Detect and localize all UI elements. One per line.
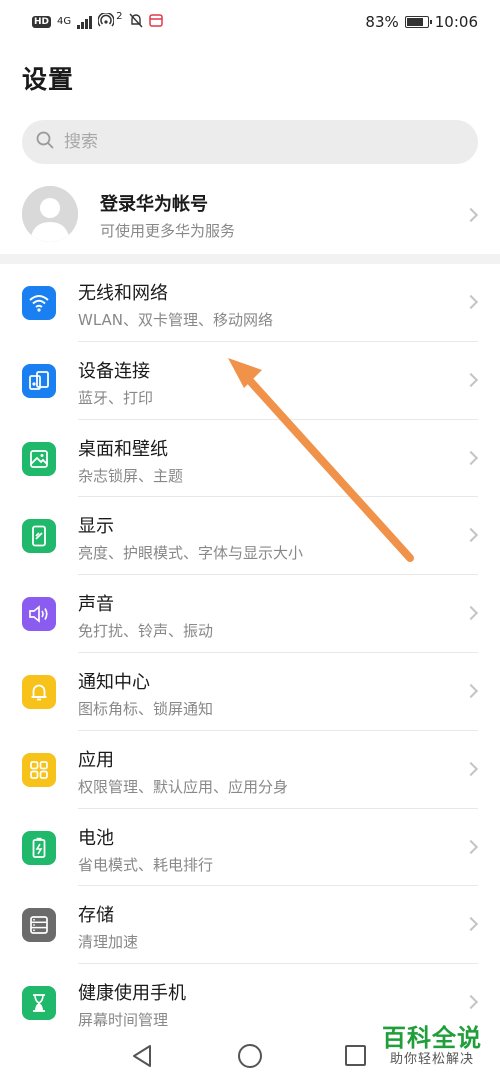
apps-icon <box>22 752 56 787</box>
menu-item-notification-center[interactable]: 通知中心 图标角标、锁屏通知 <box>0 653 500 731</box>
menu-item-home-wallpaper[interactable]: 桌面和壁纸 杂志锁屏、主题 <box>0 420 500 498</box>
menu-item-wireless-network[interactable]: 无线和网络 WLAN、双卡管理、移动网络 <box>0 264 500 342</box>
huawei-account-row[interactable]: 登录华为帐号 可使用更多华为服务 <box>0 176 500 254</box>
menu-item-storage[interactable]: 存储 清理加速 <box>0 886 500 965</box>
recent-apps-icon[interactable] <box>345 1045 366 1066</box>
hotspot-count: 2 <box>116 11 123 22</box>
chevron-right-icon <box>463 528 479 543</box>
menu-item-display[interactable]: 显示 亮度、护眼模式、字体与显示大小 <box>0 497 500 576</box>
chevron-right-icon <box>463 450 479 465</box>
menu-item-title: 无线和网络 <box>78 283 168 304</box>
watermark-title: 百科全说 <box>382 1024 482 1052</box>
chevron-right-icon <box>463 761 479 776</box>
hotspot-icon <box>97 11 115 31</box>
menu-item-subtitle: 省电模式、耗电排行 <box>78 855 214 874</box>
status-icons-right: 83% 10:06 <box>365 13 478 31</box>
battery-icon <box>404 16 432 28</box>
menu-item-subtitle: 杂志锁屏、主题 <box>78 466 184 485</box>
menu-item-title: 显示 <box>78 516 114 538</box>
menu-item-title: 应用 <box>78 749 114 771</box>
chevron-right-icon <box>463 372 479 387</box>
storage-icon <box>22 908 56 943</box>
menu-item-title: 设备连接 <box>78 360 150 382</box>
network-type-label: 4G <box>57 16 72 27</box>
chevron-right-icon <box>463 294 479 310</box>
menu-item-title: 桌面和壁纸 <box>78 438 168 460</box>
battery-icon <box>22 830 56 865</box>
menu-item-sound[interactable]: 声音 免打扰、铃声、振动 <box>0 575 500 653</box>
menu-item-title: 健康使用手机 <box>78 983 186 1005</box>
avatar <box>22 186 78 242</box>
menu-item-subtitle: 亮度、护眼模式、字体与显示大小 <box>78 544 304 563</box>
chevron-right-icon <box>463 995 479 1010</box>
search-input[interactable] <box>64 132 444 152</box>
default-avatar-icon <box>22 186 78 242</box>
sound-icon <box>22 597 56 632</box>
menu-item-subtitle: 清理加速 <box>78 933 139 952</box>
menu-item-apps[interactable]: 应用 权限管理、默认应用、应用分身 <box>0 731 500 809</box>
menu-item-title: 电池 <box>78 827 114 849</box>
account-subtitle: 可使用更多华为服务 <box>100 222 236 240</box>
hd-icon: HD <box>32 16 52 28</box>
section-divider <box>0 254 500 264</box>
home-icon[interactable] <box>238 1044 262 1068</box>
menu-item-subtitle: 权限管理、默认应用、应用分身 <box>78 777 289 796</box>
signal-icon <box>77 15 93 29</box>
page-title: 设置 <box>22 65 75 94</box>
calendar-icon <box>148 13 163 31</box>
battery-level-fill <box>406 18 424 26</box>
hourglass-icon <box>22 986 56 1021</box>
menu-item-title: 声音 <box>78 594 114 616</box>
account-title: 登录华为帐号 <box>100 194 208 215</box>
menu-item-device-connection[interactable]: 设备连接 蓝牙、打印 <box>0 342 500 420</box>
menu-item-title: 通知中心 <box>78 671 150 693</box>
chevron-right-icon <box>463 606 479 621</box>
status-icons-left: HD 4G 2 <box>32 11 163 32</box>
search-icon <box>36 131 54 153</box>
search-bar[interactable] <box>22 120 478 164</box>
wifi-icon <box>22 286 56 320</box>
menu-item-title: 存储 <box>78 905 114 927</box>
back-icon[interactable] <box>131 1044 153 1072</box>
settings-menu: 无线和网络 WLAN、双卡管理、移动网络 设备连接 蓝牙、打印 桌面和壁纸 杂志… <box>0 264 500 1042</box>
menu-item-subtitle: 屏幕时间管理 <box>78 1011 169 1030</box>
chevron-right-icon <box>463 207 479 223</box>
menu-item-subtitle: 图标角标、锁屏通知 <box>78 699 214 718</box>
clock: 10:06 <box>434 13 478 31</box>
status-bar: HD 4G 2 83% 10:06 <box>0 0 500 44</box>
menu-item-subtitle: 蓝牙、打印 <box>78 388 154 407</box>
chevron-right-icon <box>463 839 479 854</box>
watermark-subtitle: 助你轻松解决 <box>389 1052 474 1067</box>
menu-item-battery[interactable]: 电池 省电模式、耗电排行 <box>0 809 500 887</box>
device-connect-icon <box>22 363 56 398</box>
menu-item-subtitle: WLAN、双卡管理、移动网络 <box>78 311 274 329</box>
bell-icon <box>22 674 56 709</box>
display-icon <box>22 519 56 554</box>
chevron-right-icon <box>463 683 479 699</box>
battery-percent: 83% <box>365 13 399 31</box>
mute-bell-icon <box>129 13 143 32</box>
watermark-logo: 百科全说 助你轻松解决 <box>378 1022 486 1070</box>
wallpaper-icon <box>22 441 56 476</box>
chevron-right-icon <box>463 917 479 932</box>
menu-item-subtitle: 免打扰、铃声、振动 <box>78 622 214 641</box>
